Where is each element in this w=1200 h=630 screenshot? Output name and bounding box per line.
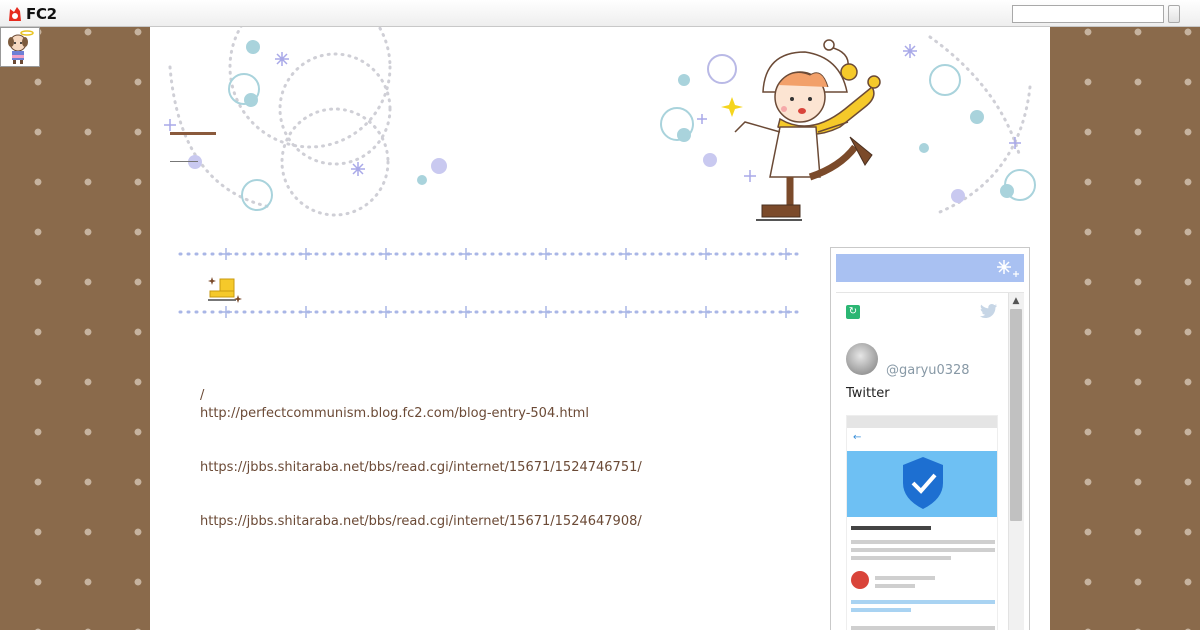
scroll-up-arrow-icon[interactable]: ▲: [1009, 295, 1023, 307]
fc2-logo-icon: [9, 7, 21, 21]
shot-line: [851, 556, 951, 560]
avatar[interactable]: [846, 343, 878, 375]
entry-link-3[interactable]: https://jbbs.shitaraba.net/bbs/read.cgi/…: [200, 513, 800, 531]
mascot-icon[interactable]: [0, 27, 40, 67]
shot-line: [851, 600, 995, 604]
fc2-header-bar: FC2: [0, 0, 1200, 27]
search-button[interactable]: [1168, 5, 1180, 23]
blog-description-line: [170, 161, 198, 162]
shot-line: [851, 608, 911, 612]
fc2-logo[interactable]: FC2: [6, 4, 57, 24]
search-input[interactable]: [1012, 5, 1164, 23]
twitter-bird-icon[interactable]: [980, 303, 998, 319]
blog-page: / http://perfectcommunism.blog.fc2.com/b…: [150, 27, 1050, 630]
header-illustration: [164, 27, 1036, 221]
entry-body: / http://perfectcommunism.blog.fc2.com/b…: [200, 387, 800, 531]
scrollbar[interactable]: ▲: [1008, 293, 1024, 630]
shield-check-icon: [903, 457, 943, 509]
scroll-thumb[interactable]: [1010, 309, 1022, 521]
twitter-timeline-frame[interactable]: ↻ @garyu0328 Twitter ← ▲: [836, 292, 1024, 630]
shot-line: [875, 576, 935, 580]
skate-icon: [208, 277, 242, 303]
shot-line: [851, 626, 995, 630]
shot-line: [851, 526, 931, 530]
entry-slash-text: /: [200, 388, 205, 403]
shot-line: [851, 540, 995, 544]
back-arrow-icon: ←: [853, 432, 862, 443]
twitter-label: Twitter: [846, 386, 890, 401]
twitter-handle[interactable]: @garyu0328: [886, 363, 970, 378]
fc2-logo-text: FC2: [26, 5, 57, 23]
entry-link-2[interactable]: https://jbbs.shitaraba.net/bbs/read.cgi/…: [200, 459, 800, 477]
sidebar-twitter-widget: ↻ @garyu0328 Twitter ← ▲: [830, 247, 1030, 630]
shield-banner: [847, 451, 997, 517]
dotted-divider-bottom: [178, 306, 802, 318]
tweet-image[interactable]: ←: [846, 415, 998, 630]
dotted-divider-top: [178, 248, 802, 260]
avatar: [851, 571, 869, 589]
sparkle-icon: [997, 260, 1019, 277]
mascot-image: [8, 30, 34, 64]
phone-status-bar: [847, 416, 997, 428]
blog-title-underline: [170, 132, 216, 135]
entry-title-box: [178, 245, 802, 318]
entry-link-1[interactable]: http://perfectcommunism.blog.fc2.com/blo…: [200, 405, 800, 423]
sidebar-header: [836, 254, 1024, 282]
refresh-icon[interactable]: ↻: [846, 305, 860, 319]
shot-line: [851, 548, 995, 552]
shot-line: [875, 584, 915, 588]
